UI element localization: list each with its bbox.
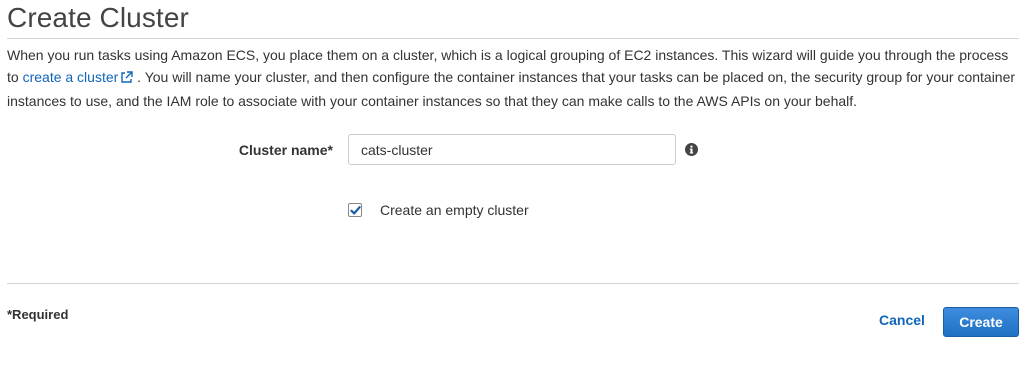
- create-cluster-link-text[interactable]: create a cluster: [23, 69, 119, 85]
- description-text-after: . You will name your cluster, and then c…: [7, 69, 1016, 109]
- info-icon[interactable]: [685, 143, 698, 156]
- create-button[interactable]: Create: [943, 307, 1019, 337]
- page-title: Create Cluster: [7, 2, 189, 33]
- cluster-name-input[interactable]: [348, 134, 676, 165]
- required-note: *Required: [7, 307, 69, 322]
- cancel-button[interactable]: Cancel: [869, 306, 935, 334]
- footer-divider: [7, 283, 1019, 284]
- empty-cluster-checkbox[interactable]: [348, 203, 362, 217]
- title-divider: [7, 38, 1019, 39]
- empty-cluster-label[interactable]: Create an empty cluster: [380, 202, 529, 218]
- create-cluster-link[interactable]: create a cluster: [23, 69, 134, 85]
- checkmark-icon: [350, 206, 361, 215]
- description-paragraph: When you run tasks using Amazon ECS, you…: [7, 44, 1023, 112]
- external-link-icon: [120, 68, 133, 90]
- cluster-name-label: Cluster name*: [238, 142, 333, 158]
